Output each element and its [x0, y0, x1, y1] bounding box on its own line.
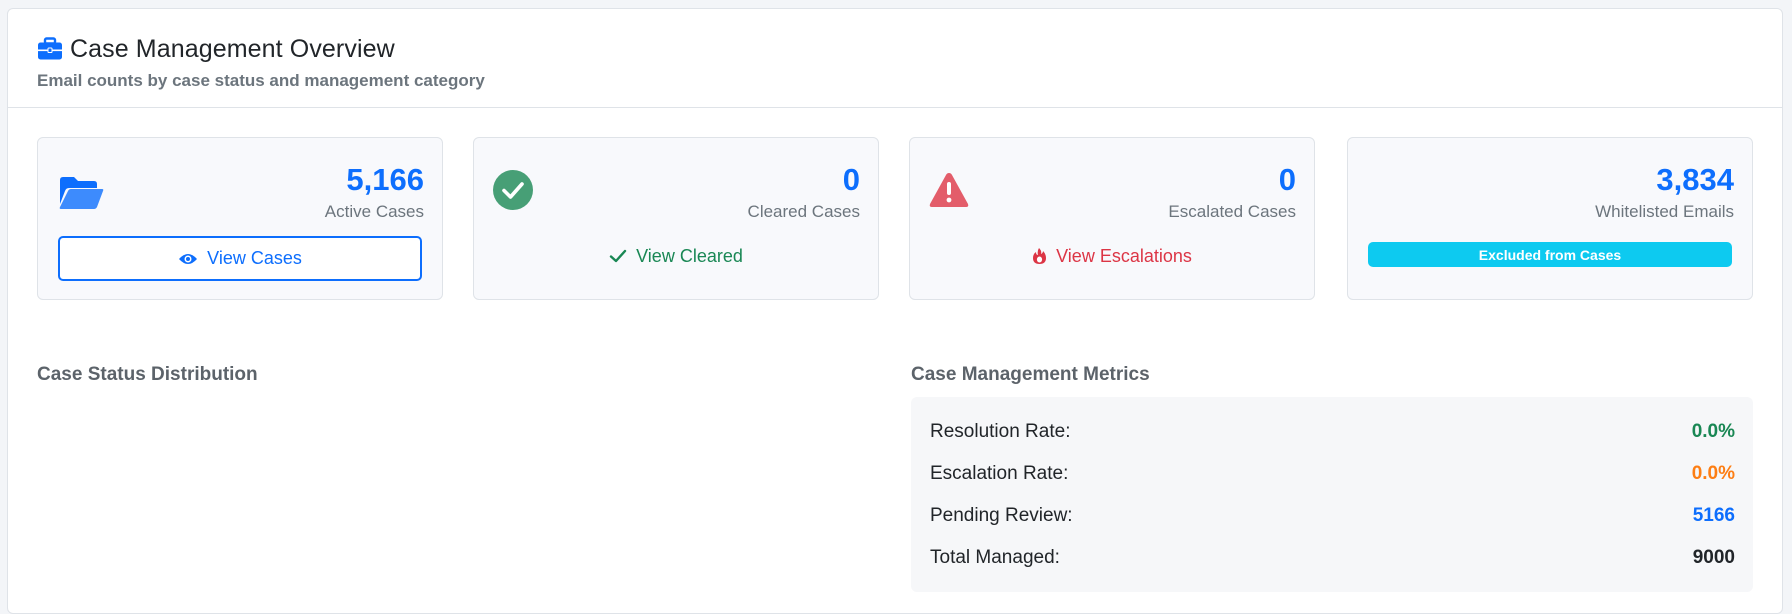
excluded-badge: Excluded from Cases	[1368, 242, 1732, 267]
cleared-cases-label: Cleared Cases	[747, 202, 860, 221]
metric-row-resolution: Resolution Rate: 0.0%	[930, 411, 1735, 453]
metric-label: Resolution Rate:	[930, 421, 1071, 442]
active-cases-count: 5,166	[346, 162, 424, 197]
escalated-cases-label: Escalated Cases	[1168, 202, 1296, 221]
active-cases-label: Active Cases	[324, 202, 424, 221]
cleared-cases-count: 0	[842, 162, 860, 197]
stats-row: 5,166 Active Cases View Cases 0 Cleared …	[37, 137, 1753, 300]
metric-label: Total Managed:	[930, 547, 1060, 568]
whitelisted-emails-count: 3,834	[1656, 162, 1734, 197]
check-icon	[609, 249, 627, 263]
metric-value: 0.0%	[1691, 463, 1735, 484]
briefcase-icon	[38, 37, 62, 60]
view-cases-button[interactable]: View Cases	[58, 236, 422, 281]
page-title: Case Management Overview	[70, 34, 395, 63]
distribution-title: Case Status Distribution	[37, 364, 258, 385]
metric-label: Pending Review:	[930, 505, 1073, 526]
stat-card-whitelisted: 3,834 Whitelisted Emails Excluded from C…	[1347, 137, 1753, 300]
metrics-title: Case Management Metrics	[911, 364, 1150, 385]
check-circle-icon	[493, 170, 533, 210]
metric-value: 5166	[1692, 505, 1735, 526]
distribution-chart-area	[37, 397, 879, 592]
view-cleared-label: View Cleared	[636, 245, 743, 266]
metric-label: Escalation Rate:	[930, 463, 1069, 484]
metric-value: 0.0%	[1691, 421, 1735, 442]
metric-value: 9000	[1692, 547, 1735, 568]
eye-icon	[179, 253, 198, 264]
title-row: Case Management Overview	[37, 31, 1753, 67]
view-cleared-button[interactable]: View Cleared	[474, 236, 878, 276]
stat-card-cleared: 0 Cleared Cases View Cleared	[473, 137, 879, 300]
case-management-card: Case Management Overview Email counts by…	[7, 8, 1783, 614]
card-header: Case Management Overview Email counts by…	[8, 9, 1782, 108]
page-subtitle: Email counts by case status and manageme…	[37, 71, 485, 90]
metric-row-escalation: Escalation Rate: 0.0%	[930, 453, 1735, 495]
metric-row-pending: Pending Review: 5166	[930, 495, 1735, 537]
warning-triangle-icon	[929, 173, 969, 207]
escalated-cases-count: 0	[1278, 162, 1296, 197]
fire-icon	[1033, 248, 1047, 264]
stat-card-escalated: 0 Escalated Cases View Escalations	[909, 137, 1315, 300]
folder-open-icon	[59, 177, 104, 209]
view-escalations-button[interactable]: View Escalations	[910, 236, 1314, 276]
view-cases-label: View Cases	[207, 248, 302, 268]
metric-row-total: Total Managed: 9000	[930, 537, 1735, 579]
whitelisted-emails-label: Whitelisted Emails	[1595, 202, 1734, 221]
stat-card-active: 5,166 Active Cases View Cases	[37, 137, 443, 300]
view-escalations-label: View Escalations	[1056, 245, 1192, 266]
metrics-panel: Resolution Rate: 0.0% Escalation Rate: 0…	[911, 397, 1753, 592]
